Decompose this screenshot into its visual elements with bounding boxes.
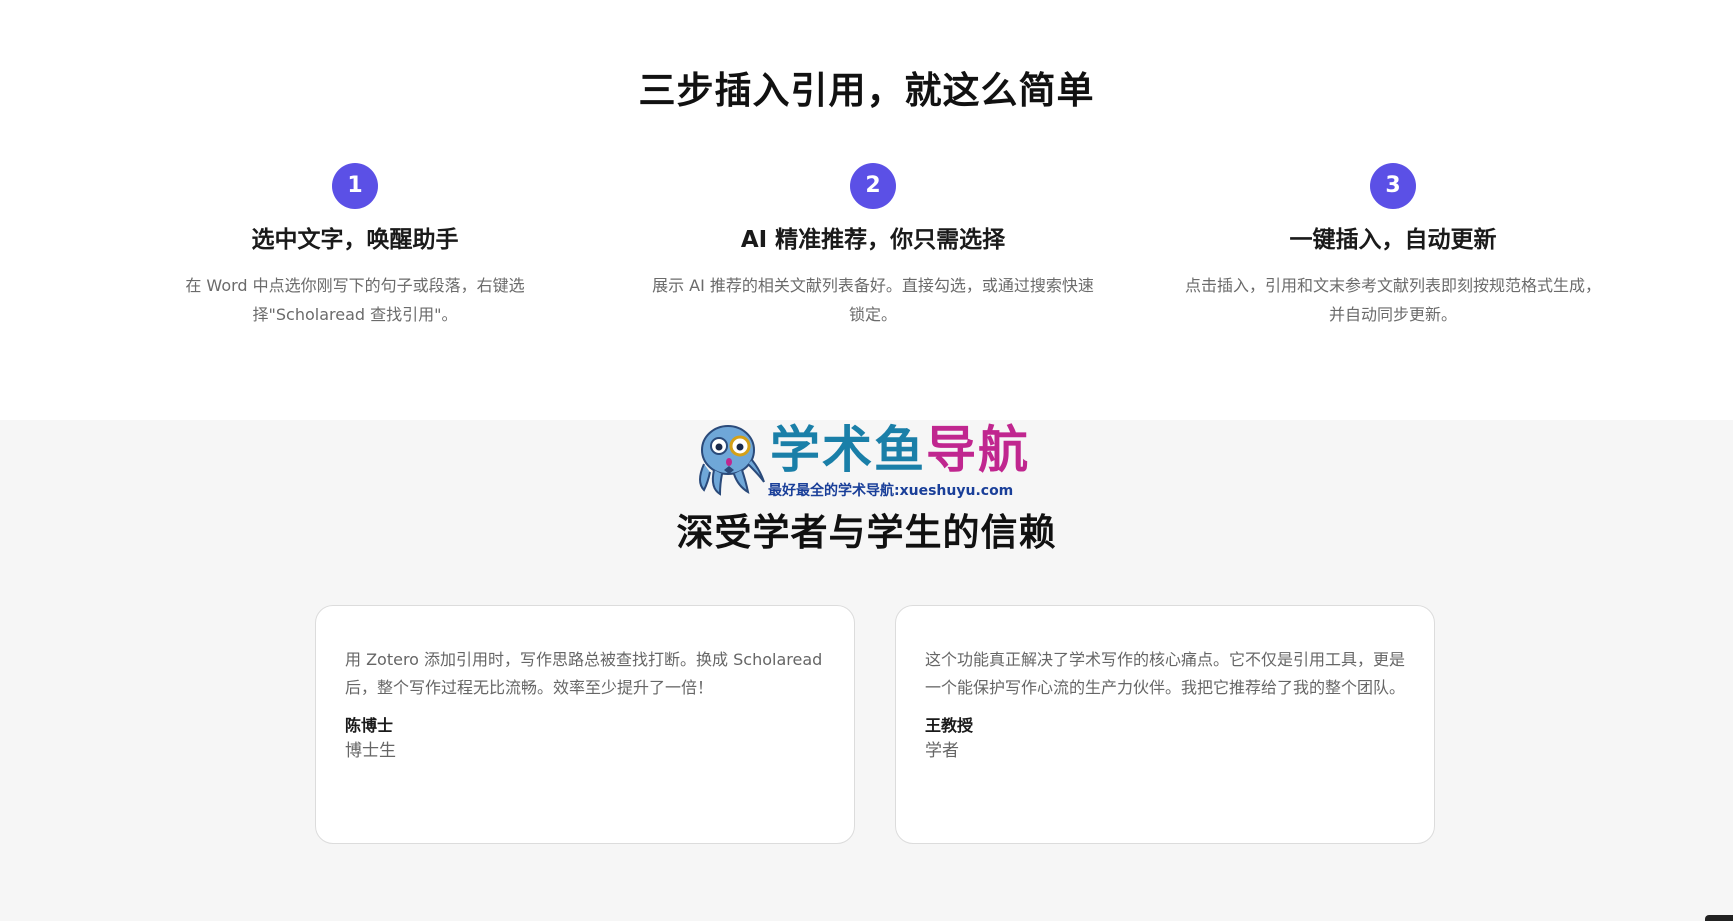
octopus-mascot-icon <box>699 425 765 496</box>
watermark-title-part-b: 导航 <box>926 421 1030 479</box>
watermark-tagline: 最好最全的学术导航:xueshuyu.com <box>768 483 1014 499</box>
step-number-badge: 3 <box>1370 163 1416 209</box>
watermark-logo: 学术鱼导航 最好最全的学术导航:xueshuyu.com <box>690 420 1040 500</box>
step-title: 一键插入，自动更新 <box>1289 227 1497 253</box>
step-3: 3 一键插入，自动更新 点击插入，引用和文末参考文献列表即刻按规范格式生成，并自… <box>1133 163 1653 329</box>
testimonial-author-role: 博士生 <box>345 741 396 761</box>
testimonial-card: 用 Zotero 添加引用时，写作思路总被查找打断。换成 Scholaread … <box>315 605 855 844</box>
testimonial-author-role: 学者 <box>925 741 959 761</box>
step-title: 选中文字，唤醒助手 <box>251 227 459 253</box>
step-description: 点击插入，引用和文末参考文献列表即刻按规范格式生成，并自动同步更新。 <box>1184 276 1601 324</box>
corner-mark <box>1705 915 1733 921</box>
step-number-badge: 1 <box>332 163 378 209</box>
trust-section-title: 深受学者与学生的信赖 <box>676 511 1057 554</box>
testimonial-card: 这个功能真正解决了学术写作的核心痛点。它不仅是引用工具，更是一个能保护写作心流的… <box>895 605 1435 844</box>
step-1: 1 选中文字，唤醒助手 在 Word 中点选你刚写下的句子或段落，右键选择"Sc… <box>95 163 615 329</box>
steps-section: 三步插入引用，就这么简单 1 选中文字，唤醒助手 在 Word 中点选你刚写下的… <box>0 0 1733 420</box>
step-description: 展示 AI 推荐的相关文献列表备好。直接勾选，或通过搜索快速锁定。 <box>652 276 1094 324</box>
testimonial-quote: 这个功能真正解决了学术写作的核心痛点。它不仅是引用工具，更是一个能保护写作心流的… <box>925 650 1406 697</box>
testimonial-author-name: 王教授 <box>925 716 974 735</box>
step-number-badge: 2 <box>850 163 896 209</box>
steps-section-title: 三步插入引用，就这么简单 <box>638 69 1095 112</box>
watermark-title-part-a: 学术鱼 <box>770 421 926 479</box>
watermark-title: 学术鱼导航 <box>770 420 1030 480</box>
step-title: AI 精准推荐，你只需选择 <box>740 227 1006 253</box>
step-2: 2 AI 精准推荐，你只需选择 展示 AI 推荐的相关文献列表备好。直接勾选，或… <box>613 163 1133 329</box>
testimonial-quote: 用 Zotero 添加引用时，写作思路总被查找打断。换成 Scholaread … <box>345 650 823 697</box>
step-description: 在 Word 中点选你刚写下的句子或段落，右键选择"Scholaread 查找引… <box>185 276 525 324</box>
testimonial-author-name: 陈博士 <box>345 716 394 735</box>
